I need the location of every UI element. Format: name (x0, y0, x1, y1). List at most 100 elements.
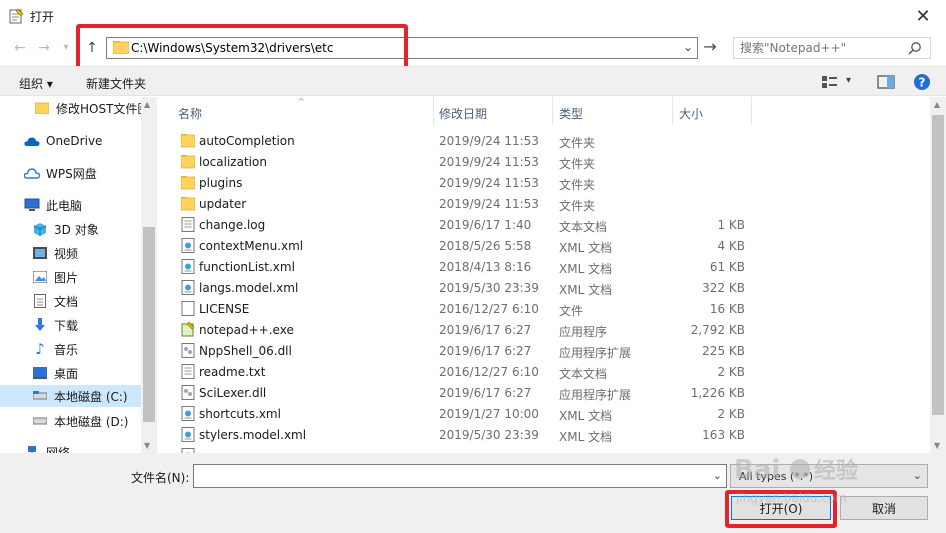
file-row[interactable]: change.log 2019/6/17 1:40 文本文档 1 KB (161, 214, 761, 235)
folder-icon (113, 41, 129, 54)
file-date: 2016/12/27 6:10 (439, 302, 539, 316)
file-type-select[interactable]: All types (*.*) ⌄ (730, 464, 928, 488)
sidebar-item-music[interactable]: ♪ 音乐 (0, 338, 141, 360)
notepad-app-icon (9, 8, 24, 24)
file-row[interactable]: readme.txt 2016/12/27 6:10 文本文档 2 KB (161, 361, 761, 382)
column-header-size[interactable]: 大小 (679, 105, 703, 122)
file-name: autoCompletion (199, 134, 295, 148)
sidebar-item-label: 本地磁盘 (C:) (54, 389, 128, 404)
sidebar-item-network[interactable]: 网络 (0, 441, 141, 453)
back-arrow-icon[interactable]: ← (12, 40, 28, 56)
sidebar-item-recent-folder[interactable]: 修改HOST文件图 (0, 97, 141, 119)
up-arrow-icon[interactable]: ↑ (84, 40, 100, 56)
address-bar[interactable]: C:\Windows\System32\drivers\etc ⌄ (106, 37, 698, 59)
sidebar-item-3d-objects[interactable]: 3D 对象 (0, 218, 141, 240)
scrollbar-thumb[interactable] (932, 115, 944, 415)
file-date: 2019/9/24 11:53 (439, 197, 539, 211)
document-icon (32, 293, 48, 309)
new-folder-button[interactable]: 新建文件夹 (86, 75, 146, 92)
view-dropdown-icon[interactable]: ▾ (846, 75, 851, 86)
file-name: SciLexer.dll (199, 386, 267, 400)
xml-file-icon (181, 259, 195, 274)
file-row[interactable]: localization 2019/9/24 11:53 文件夹 (161, 151, 761, 172)
file-row[interactable]: contextMenu.xml 2018/5/26 5:58 XML 文档 4 KB (161, 235, 761, 256)
search-input[interactable] (740, 40, 900, 56)
file-row[interactable]: LICENSE 2016/12/27 6:10 文件 16 KB (161, 298, 761, 319)
file-name: change.log (199, 218, 266, 232)
file-row[interactable]: functionList.xml 2018/4/13 8:16 XML 文档 61 K… (161, 256, 761, 277)
file-name: contextMenu.xml (199, 239, 304, 253)
sidebar-item-pictures[interactable]: 图片 (0, 266, 141, 288)
column-header-name[interactable]: 名称 (178, 105, 202, 122)
file-row[interactable]: shortcuts.xml 2019/1/27 10:00 XML 文档 2 KB (161, 403, 761, 424)
open-button[interactable]: 打开(O) (731, 496, 831, 520)
sidebar-item-wps[interactable]: WPS网盘 (0, 162, 141, 184)
address-path[interactable]: C:\Windows\System32\drivers\etc (131, 41, 333, 55)
chevron-down-icon[interactable]: ⌄ (683, 40, 693, 54)
column-header-type[interactable]: 类型 (559, 105, 583, 122)
file-row[interactable] (161, 445, 761, 453)
file-size: 16 KB (709, 302, 745, 316)
scroll-up-icon[interactable]: ▲ (934, 100, 940, 109)
file-date: 2019/9/24 11:53 (439, 176, 539, 190)
folder-icon (180, 133, 196, 148)
file-row[interactable]: SciLexer.dll 2019/6/17 6:27 应用程序扩展 1,226 KB (161, 382, 761, 403)
file-row[interactable]: autoCompletion 2019/9/24 11:53 文件夹 (161, 130, 761, 151)
chevron-down-icon[interactable]: ⌄ (913, 469, 922, 482)
file-name: readme.txt (199, 365, 266, 379)
window-title: 打开 (30, 10, 55, 24)
sidebar-item-label: 视频 (54, 246, 79, 261)
preview-pane-icon[interactable] (876, 72, 896, 92)
file-row[interactable]: plugins 2019/9/24 11:53 文件夹 (161, 172, 761, 193)
scroll-down-icon[interactable]: ▼ (934, 441, 940, 450)
notepad-exe-icon (181, 321, 195, 337)
file-name: stylers.model.xml (199, 428, 307, 442)
help-icon[interactable]: ? (912, 72, 932, 92)
sidebar-item-desktop[interactable]: 桌面 (0, 362, 141, 384)
filename-label: 文件名(N): (131, 471, 190, 485)
search-box[interactable] (733, 37, 931, 59)
title-bar: 打开 ✕ (0, 0, 946, 32)
file-row[interactable]: langs.model.xml 2019/5/30 23:39 XML 文档 322 … (161, 277, 761, 298)
sidebar-item-documents[interactable]: 文档 (0, 290, 141, 312)
file-row[interactable]: notepad++.exe 2019/6/17 6:27 应用程序 2,792 KB (161, 319, 761, 340)
close-button[interactable]: ✕ (900, 0, 946, 32)
chevron-down-icon[interactable]: ⌄ (713, 469, 722, 482)
file-row[interactable]: stylers.model.xml 2019/5/30 23:39 XML 文档 16… (161, 424, 761, 445)
sidebar-item-label: 下载 (54, 318, 79, 333)
sidebar-item-label: 音乐 (54, 342, 79, 357)
view-options-icon[interactable] (820, 72, 840, 92)
filename-field[interactable]: ⌄ (193, 464, 727, 488)
sidebar-item-label: 网络 (46, 445, 71, 454)
toolbar: 组织 ▾ 新建文件夹 ▾ ? (0, 66, 946, 96)
xml-file-icon (181, 280, 195, 295)
forward-arrow-icon[interactable]: → (36, 40, 52, 56)
search-icon[interactable] (908, 41, 922, 55)
file-size: 1,226 KB (690, 386, 745, 400)
sidebar-item-onedrive[interactable]: OneDrive (0, 130, 141, 152)
sidebar-item-drive-d[interactable]: 本地磁盘 (D:) (0, 410, 141, 432)
sidebar-item-this-pc[interactable]: 此电脑 (0, 194, 141, 216)
sidebar-item-downloads[interactable]: 下载 (0, 314, 141, 336)
dll-file-icon (181, 385, 195, 400)
cancel-button[interactable]: 取消 (840, 496, 928, 520)
cube-3d-icon (32, 221, 48, 237)
scroll-up-icon[interactable]: ▲ (144, 100, 150, 109)
desktop-icon (32, 365, 48, 381)
file-name: functionList.xml (199, 260, 295, 274)
sidebar-item-label: 3D 对象 (54, 222, 99, 237)
sidebar-item-label: 修改HOST文件图 (56, 101, 141, 116)
file-size: 1 KB (717, 218, 745, 232)
sidebar-scrollbar[interactable]: ▲ ▼ (141, 97, 157, 453)
scrollbar-thumb[interactable] (143, 227, 155, 422)
column-header-date[interactable]: 修改日期 (439, 105, 487, 122)
scroll-down-icon[interactable]: ▼ (144, 441, 150, 450)
organize-menu[interactable]: 组织 ▾ (19, 75, 53, 92)
sidebar-item-videos[interactable]: 视频 (0, 242, 141, 264)
file-row[interactable]: NppShell_06.dll 2019/6/17 6:27 应用程序扩展 225 K… (161, 340, 761, 361)
recent-dropdown-icon[interactable]: ▾ (58, 40, 74, 56)
go-arrow-icon[interactable]: → (701, 39, 719, 57)
file-list-scrollbar[interactable]: ▲ ▼ (930, 97, 946, 453)
file-row[interactable]: updater 2019/9/24 11:53 文件夹 (161, 193, 761, 214)
sidebar-item-drive-c[interactable]: 本地磁盘 (C:) (0, 385, 141, 407)
